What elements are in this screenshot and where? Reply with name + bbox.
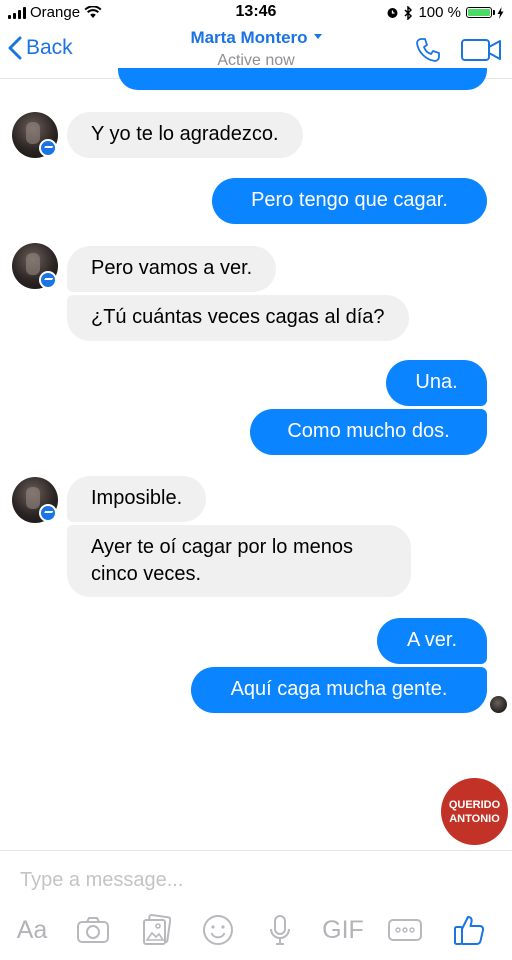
seen-avatar-icon [490,696,507,713]
text-format-button[interactable]: Aa [14,907,50,953]
microphone-icon [270,915,290,945]
message-input[interactable] [20,864,490,896]
battery-icon [466,7,495,18]
charging-icon [497,6,504,19]
messenger-badge-icon [39,271,57,289]
voice-message-button[interactable] [264,907,296,953]
composer-toolbar: Aa GIF [0,907,512,955]
chevron-down-icon [313,34,322,40]
incoming-message[interactable]: Y yo te lo agradezco. [67,112,303,158]
outgoing-message[interactable]: Pero tengo que cagar. [212,178,487,224]
gif-label: GIF [322,915,364,944]
bluetooth-icon [404,5,413,20]
phone-icon[interactable] [414,36,442,64]
outgoing-message[interactable]: Aquí caga mucha gente. [191,667,487,713]
outgoing-message[interactable]: Una. [386,360,487,406]
messenger-badge-icon [39,139,57,157]
alarm-icon [387,8,398,18]
more-button[interactable] [386,907,424,953]
messenger-badge-icon [39,504,57,522]
watermark-line-1: QUERIDO [448,798,501,811]
text-format-label: Aa [16,915,48,944]
incoming-message[interactable]: Ayer te oí cagar por lo menos cinco vece… [67,525,411,597]
composer-divider [0,850,512,851]
outgoing-message[interactable]: A ver. [377,618,487,664]
status-bar: Orange 13:46 100 % [0,0,512,26]
status-bar-right: 100 % [386,4,504,21]
outgoing-message[interactable]: Como mucho dos. [250,409,487,455]
like-button[interactable] [450,907,488,953]
incoming-message[interactable]: ¿Tú cuántas veces cagas al día? [67,295,409,341]
gallery-icon [143,914,171,945]
battery-percent: 100 % [418,4,461,21]
incoming-message[interactable]: Imposible. [67,476,207,522]
watermark-logo: QUERIDO ANTONIO [441,778,508,845]
call-actions [414,36,502,64]
thumbs-up-icon [454,916,485,945]
camera-icon [77,917,109,943]
message-bubble-partial [118,68,487,90]
gallery-button[interactable] [138,907,174,953]
incoming-message[interactable]: Pero vamos a ver. [67,246,277,292]
emoji-button[interactable] [200,907,236,953]
more-icon [388,919,422,941]
gif-button[interactable]: GIF [320,907,366,953]
emoji-icon [203,915,233,945]
camera-button[interactable] [74,907,112,953]
contact-name: Marta Montero [190,28,308,47]
battery-level [468,9,490,16]
video-camera-icon[interactable] [460,37,502,63]
watermark-line-2: ANTONIO [449,812,500,825]
